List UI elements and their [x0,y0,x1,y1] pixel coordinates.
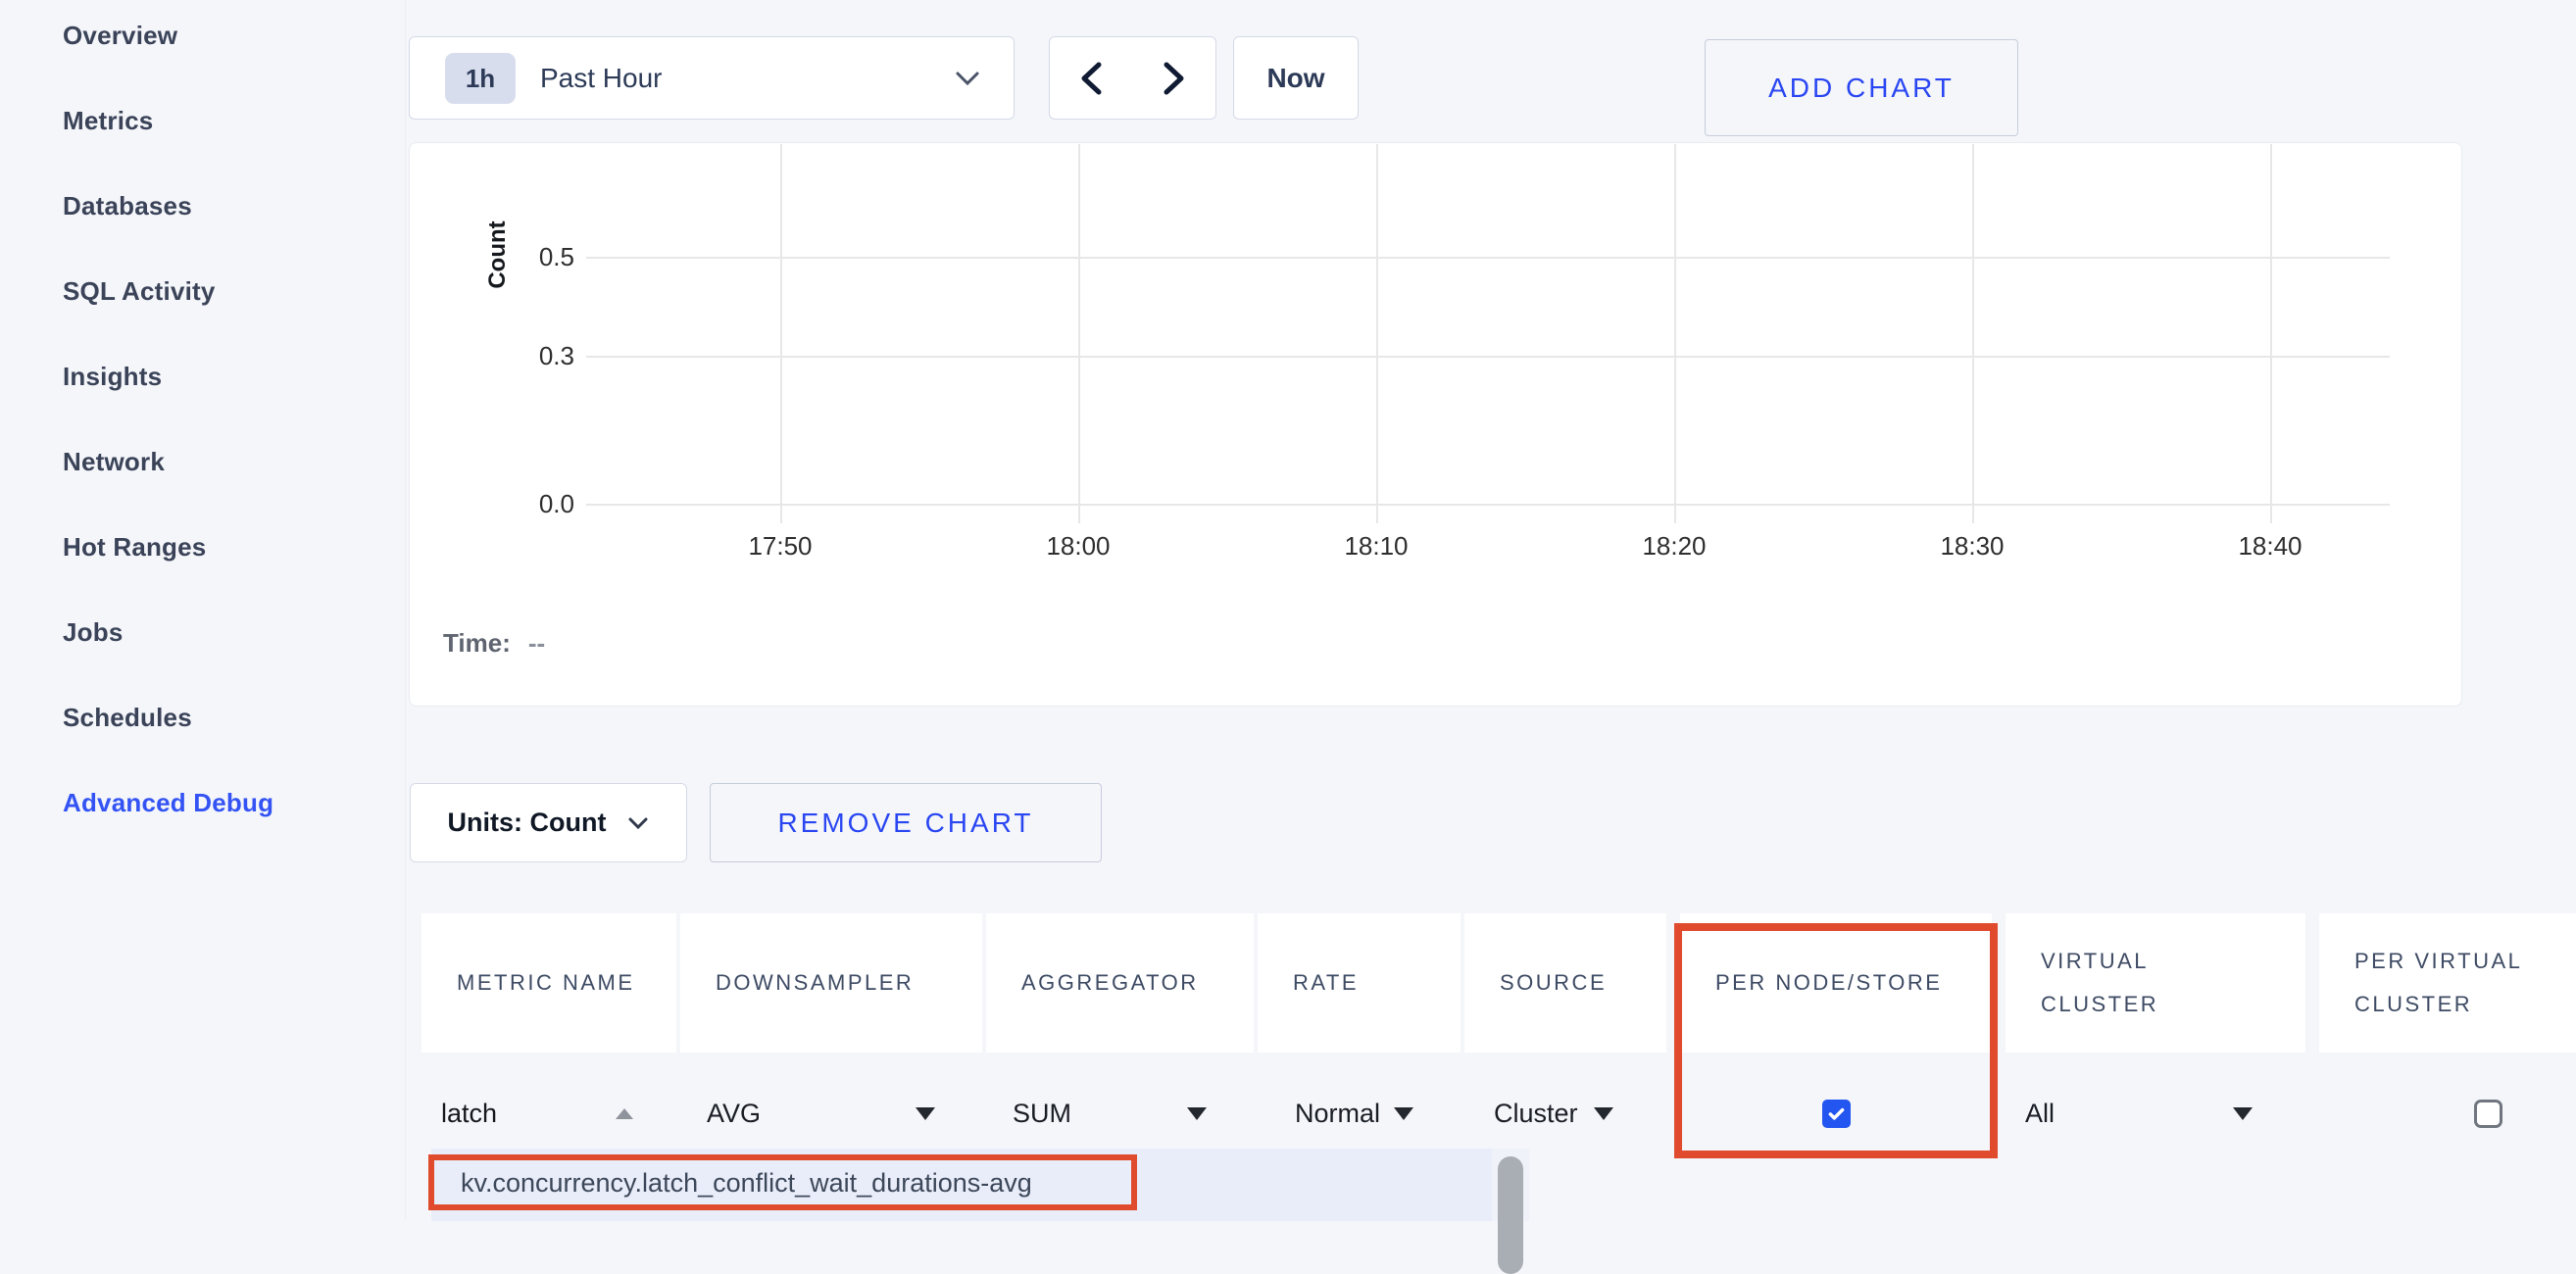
x-tick-label: 18:40 [2211,531,2329,562]
time-value: -- [528,628,545,658]
sidebar-item-schedules[interactable]: Schedules [0,675,405,760]
column-header-metric-name: METRIC NAME [421,913,676,1053]
sidebar-item-advanced-debug[interactable]: Advanced Debug [0,760,405,846]
aggregator-selected-value: SUM [1013,1099,1071,1129]
triangle-down-icon [1594,1107,1613,1120]
checkmark-icon [1826,1103,1847,1124]
sidebar: OverviewMetricsDatabasesSQL ActivityInsi… [0,0,406,1221]
sidebar-item-metrics[interactable]: Metrics [0,78,405,164]
x-gridline [2270,144,2272,523]
per-virtual-cluster-checkbox[interactable] [2474,1100,2502,1128]
aggregator-select[interactable]: SUM [986,1078,1254,1149]
column-header-label: AGGREGATOR [1021,961,1199,1004]
chart-panel: Count Time:-- 0.00.30.517:5018:0018:1018… [409,142,2462,707]
triangle-down-icon [1394,1107,1413,1120]
column-header-virtual-cluster: VIRTUAL CLUSTER [2006,913,2305,1053]
chevron-left-icon [1078,61,1104,96]
remove-chart-button[interactable]: REMOVE CHART [710,783,1102,862]
column-header-aggregator: AGGREGATOR [986,913,1254,1053]
metric-autocomplete-dropdown: kv.concurrency.latch_conflict_wait_durat… [431,1149,1529,1221]
column-header-per-virtual-cluster: PER VIRTUAL CLUSTER [2319,913,2576,1053]
per-virtual-cluster-cell [2319,1078,2576,1149]
metric-name-cell [421,1078,676,1149]
prev-range-button[interactable] [1049,36,1133,120]
x-gridline [780,144,782,523]
chevron-down-icon [627,816,649,830]
per-node-store-checkbox[interactable] [1822,1100,1851,1128]
triangle-down-icon [916,1107,935,1120]
sidebar-item-databases[interactable]: Databases [0,164,405,249]
sidebar-item-sql-activity[interactable]: SQL Activity [0,249,405,334]
column-header-downsampler: DOWNSAMPLER [680,913,982,1053]
x-tick-label: 18:30 [1913,531,2031,562]
time-range-label: Past Hour [540,63,663,94]
time-range-selector[interactable]: 1h Past Hour [409,36,1015,120]
now-button[interactable]: Now [1233,36,1359,120]
chevron-down-icon [955,71,980,86]
source-select[interactable]: Cluster [1464,1078,1666,1149]
per-node-store-cell [1680,1078,1992,1149]
triangle-down-icon [1187,1107,1207,1120]
column-header-rate: RATE [1258,913,1461,1053]
x-gridline [1674,144,1676,523]
column-header-label: PER VIRTUAL CLUSTER [2354,940,2576,1026]
column-header-per-node-store: PER NODE/STORE [1680,913,1992,1053]
column-header-label: VIRTUAL CLUSTER [2041,940,2270,1026]
sidebar-item-overview[interactable]: Overview [0,0,405,78]
metric-name-input[interactable] [441,1099,588,1129]
triangle-up-icon [616,1108,633,1119]
column-header-label: PER NODE/STORE [1715,961,1942,1004]
x-tick-label: 18:10 [1317,531,1435,562]
downsampler-select[interactable]: AVG [680,1078,982,1149]
y-tick-label: 0.5 [500,242,574,272]
virtual-cluster-selected-value: All [2025,1099,2055,1129]
sidebar-item-jobs[interactable]: Jobs [0,590,405,675]
units-dropdown-label: Units: Count [448,808,607,838]
column-header-source: SOURCE [1464,913,1666,1053]
virtual-cluster-select[interactable]: All [2006,1078,2305,1149]
scrollbar-thumb[interactable] [1498,1156,1523,1274]
y-tick-label: 0.0 [500,489,574,519]
x-gridline [1078,144,1080,523]
sidebar-item-insights[interactable]: Insights [0,334,405,419]
rate-select[interactable]: Normal [1258,1078,1461,1149]
autocomplete-item[interactable]: kv.concurrency.latch_conflict_wait_durat… [461,1168,1032,1199]
rate-selected-value: Normal [1295,1099,1380,1129]
time-range-badge: 1h [445,53,516,104]
sidebar-item-hot-ranges[interactable]: Hot Ranges [0,505,405,590]
column-header-label: METRIC NAME [457,961,635,1004]
x-gridline [1972,144,1974,523]
triangle-down-icon [2233,1107,2253,1120]
column-header-label: DOWNSAMPLER [716,961,914,1004]
column-header-label: SOURCE [1500,961,1607,1004]
y-tick-label: 0.3 [500,341,574,371]
sidebar-item-network[interactable]: Network [0,419,405,505]
x-tick-label: 18:00 [1019,531,1137,562]
y-gridline [586,257,2390,259]
x-tick-label: 17:50 [721,531,839,562]
y-gridline [586,504,2390,506]
x-tick-label: 18:20 [1615,531,1733,562]
downsampler-selected-value: AVG [707,1099,761,1129]
chart-hover-readout: Time: -- [443,628,545,659]
add-chart-button[interactable]: ADD CHART [1705,39,2018,136]
source-selected-value: Cluster [1494,1099,1578,1129]
column-header-label: RATE [1293,961,1359,1004]
x-gridline [1376,144,1378,523]
units-dropdown[interactable]: Units: Count [410,783,687,862]
y-gridline [586,356,2390,358]
time-label: Time: [443,628,511,658]
chevron-right-icon [1162,61,1187,96]
next-range-button[interactable] [1132,36,1216,120]
